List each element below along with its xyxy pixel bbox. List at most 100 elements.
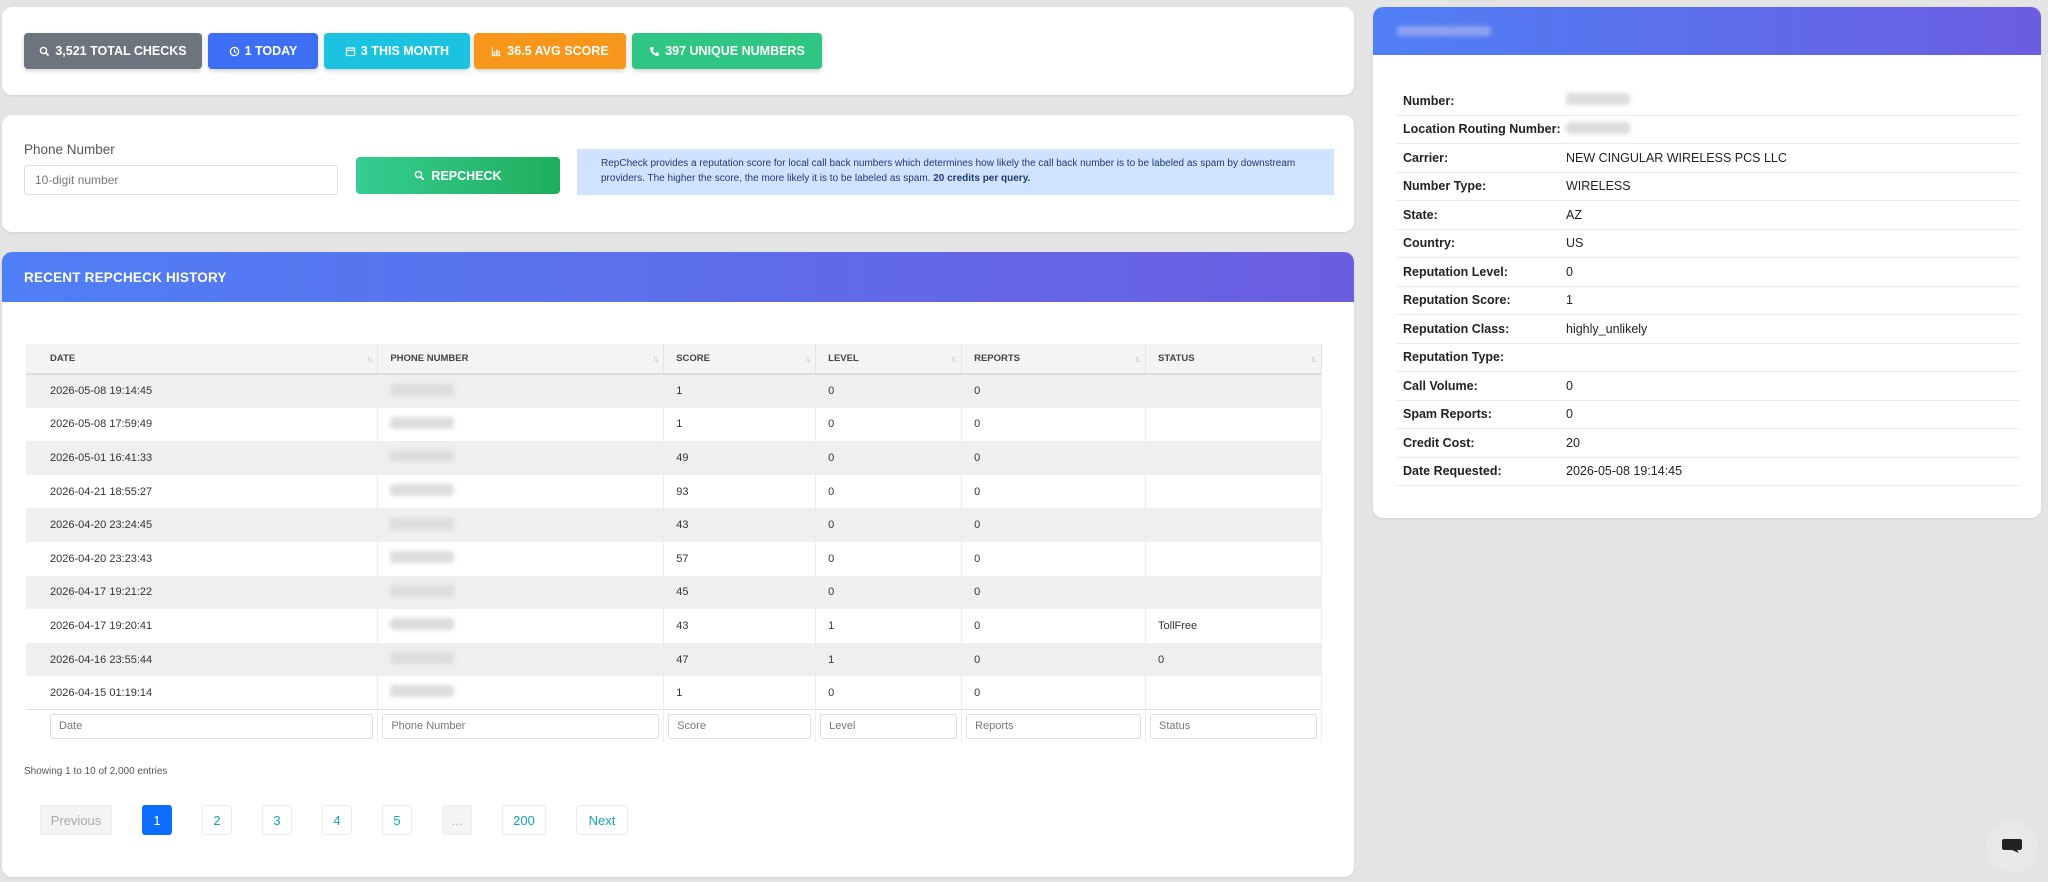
column-header-reports[interactable]: REPORTS ↑↓ — [961, 344, 1147, 375]
phone-number-cell — [377, 407, 665, 442]
score-cell: 47 — [663, 642, 817, 677]
history-table: DATE ↑↓ PHONE NUMBER ↑↓ SCORE ↑↓ LEVEL ↑↓ RE… — [26, 344, 1322, 742]
info-credits-text: 20 credits per query. — [933, 173, 1031, 184]
status-cell — [1145, 676, 1322, 710]
date-cell: 2026-04-17 19:21:22 — [26, 575, 379, 610]
reports-cell: 0 — [961, 676, 1147, 710]
pagination-next[interactable]: Next — [576, 805, 628, 835]
unique-numbers-badge[interactable]: 397 UNIQUE NUMBERS — [632, 33, 822, 69]
redacted-phone-number — [390, 416, 455, 429]
this-month-label: 3 THIS MONTH — [360, 44, 450, 58]
search-icon — [40, 46, 50, 56]
status-cell — [1145, 541, 1322, 576]
repcheck-info-alert: RepCheck provides a reputation score for… — [577, 149, 1334, 195]
pagination-page-200[interactable]: 200 — [502, 805, 546, 835]
level-cell: 0 — [815, 676, 963, 710]
this-month-badge[interactable]: 3 THIS MONTH — [324, 33, 470, 69]
status-cell: 0 — [1145, 642, 1322, 677]
score-cell: 49 — [663, 441, 817, 475]
chat-icon — [2002, 839, 2022, 853]
filter-reports-input[interactable] — [966, 713, 1142, 739]
pagination-page-1[interactable]: 1 — [142, 805, 172, 835]
report-row-carrier: Carrier: NEW CINGULAR WIRELESS PCS LLC — [1395, 144, 2021, 173]
column-header-score[interactable]: SCORE ↑↓ — [663, 344, 817, 375]
phone-number-cell — [377, 474, 665, 509]
avg-score-badge[interactable]: 36.5 AVG SCORE — [474, 33, 626, 69]
column-header-phone-number[interactable]: PHONE NUMBER ↑↓ — [377, 344, 665, 375]
report-details: Number: Location Routing Number: Carrier… — [1395, 87, 2021, 486]
level-cell: 0 — [815, 575, 963, 610]
pagination-previous[interactable]: Previous — [40, 805, 112, 835]
filter-date-input[interactable] — [50, 713, 374, 739]
level-cell: 0 — [815, 374, 963, 408]
redacted-phone-number — [390, 450, 455, 463]
report-row-credit-cost: Credit Cost: 20 — [1395, 429, 2021, 458]
report-title — [1397, 26, 1491, 36]
table-row[interactable]: 2026-05-01 16:41:33 49 0 0 — [26, 441, 1322, 475]
score-cell: 93 — [663, 474, 817, 509]
phone-number-cell — [377, 642, 665, 677]
report-row-number: Number: — [1395, 87, 2021, 116]
column-header-status[interactable]: STATUS ↑↓ — [1145, 344, 1322, 375]
repcheck-report-card: Number: Location Routing Number: Carrier… — [1373, 7, 2041, 518]
table-row[interactable]: 2026-04-16 23:55:44 47 1 0 0 — [26, 642, 1322, 677]
sort-icon: ↑↓ — [950, 354, 957, 364]
column-header-date[interactable]: DATE ↑↓ — [26, 344, 379, 375]
date-cell: 2026-04-16 23:55:44 — [26, 642, 379, 677]
phone-number-cell — [377, 374, 665, 408]
table-row[interactable]: 2026-04-17 19:20:41 43 1 0 TollFree — [26, 609, 1322, 643]
reports-cell: 0 — [961, 642, 1147, 677]
score-cell[interactable]: 1 — [663, 676, 817, 710]
reports-cell: 0 — [961, 474, 1147, 509]
history-card: RECENT REPCHECK HISTORY DATE ↑↓ PHONE NUM… — [2, 252, 1354, 877]
score-cell[interactable]: 1 — [663, 407, 817, 442]
reports-cell: 0 — [961, 575, 1147, 610]
total-checks-badge[interactable]: 3,521 TOTAL CHECKS — [24, 33, 202, 69]
phone-number-input[interactable] — [24, 165, 338, 195]
phone-number-cell — [377, 575, 665, 610]
filter-score-input[interactable] — [668, 713, 812, 739]
score-cell: 45 — [663, 575, 817, 610]
search-icon — [415, 170, 425, 181]
redacted-phone-number — [390, 685, 455, 698]
table-row[interactable]: 2026-05-08 17:59:49 1 0 0 — [26, 407, 1322, 442]
level-cell[interactable]: 1 — [815, 609, 963, 643]
sort-icon: ↑↓ — [366, 354, 373, 364]
table-row[interactable]: 2026-04-20 23:23:43 57 0 0 — [26, 541, 1322, 576]
level-cell: 0 — [815, 474, 963, 509]
table-row[interactable]: 2026-04-21 18:55:27 93 0 0 — [26, 474, 1322, 509]
pagination-page-5[interactable]: 5 — [382, 805, 412, 835]
redacted-phone-number — [390, 584, 455, 597]
phone-number-cell — [377, 676, 665, 710]
pagination-page-3[interactable]: 3 — [262, 805, 292, 835]
redacted-phone-number — [390, 383, 455, 396]
table-row[interactable]: 2026-04-17 19:21:22 45 0 0 — [26, 575, 1322, 610]
table-row[interactable]: 2026-05-08 19:14:45 1 0 0 — [26, 374, 1322, 408]
column-header-level[interactable]: LEVEL ↑↓ — [815, 344, 963, 375]
level-cell: 0 — [815, 541, 963, 576]
filter-phone-number-input[interactable] — [382, 713, 660, 739]
score-cell: 43 — [663, 508, 817, 542]
entries-info: Showing 1 to 10 of 2,000 entries — [24, 766, 168, 777]
clock-icon — [229, 46, 239, 56]
today-badge[interactable]: 1 TODAY — [208, 33, 318, 69]
pagination-page-4[interactable]: 4 — [322, 805, 352, 835]
filter-status-input[interactable] — [1150, 713, 1317, 739]
table-row[interactable]: 2026-04-15 01:19:14 1 0 0 — [26, 676, 1322, 710]
status-cell — [1145, 575, 1322, 610]
score-cell: 57 — [663, 541, 817, 576]
phone-number-cell — [377, 441, 665, 475]
report-row-reputation-type: Reputation Type: — [1395, 344, 2021, 372]
table-row[interactable]: 2026-04-20 23:24:45 43 0 0 — [26, 508, 1322, 542]
report-row-date-requested: Date Requested: 2026-05-08 19:14:45 — [1395, 458, 2021, 486]
sort-icon: ↑↓ — [652, 354, 659, 364]
chat-widget-button[interactable] — [1986, 820, 2038, 872]
date-cell: 2026-04-15 01:19:14 — [26, 676, 379, 710]
phone-icon — [650, 46, 660, 56]
sort-icon: ↑↓ — [804, 354, 811, 364]
pagination-page-2[interactable]: 2 — [202, 805, 232, 835]
table-header-row: DATE ↑↓ PHONE NUMBER ↑↓ SCORE ↑↓ LEVEL ↑↓ RE… — [26, 344, 1322, 375]
filter-level-input[interactable] — [820, 713, 958, 739]
redacted-phone-number — [390, 484, 455, 497]
repcheck-button[interactable]: REPCHECK — [356, 157, 560, 194]
